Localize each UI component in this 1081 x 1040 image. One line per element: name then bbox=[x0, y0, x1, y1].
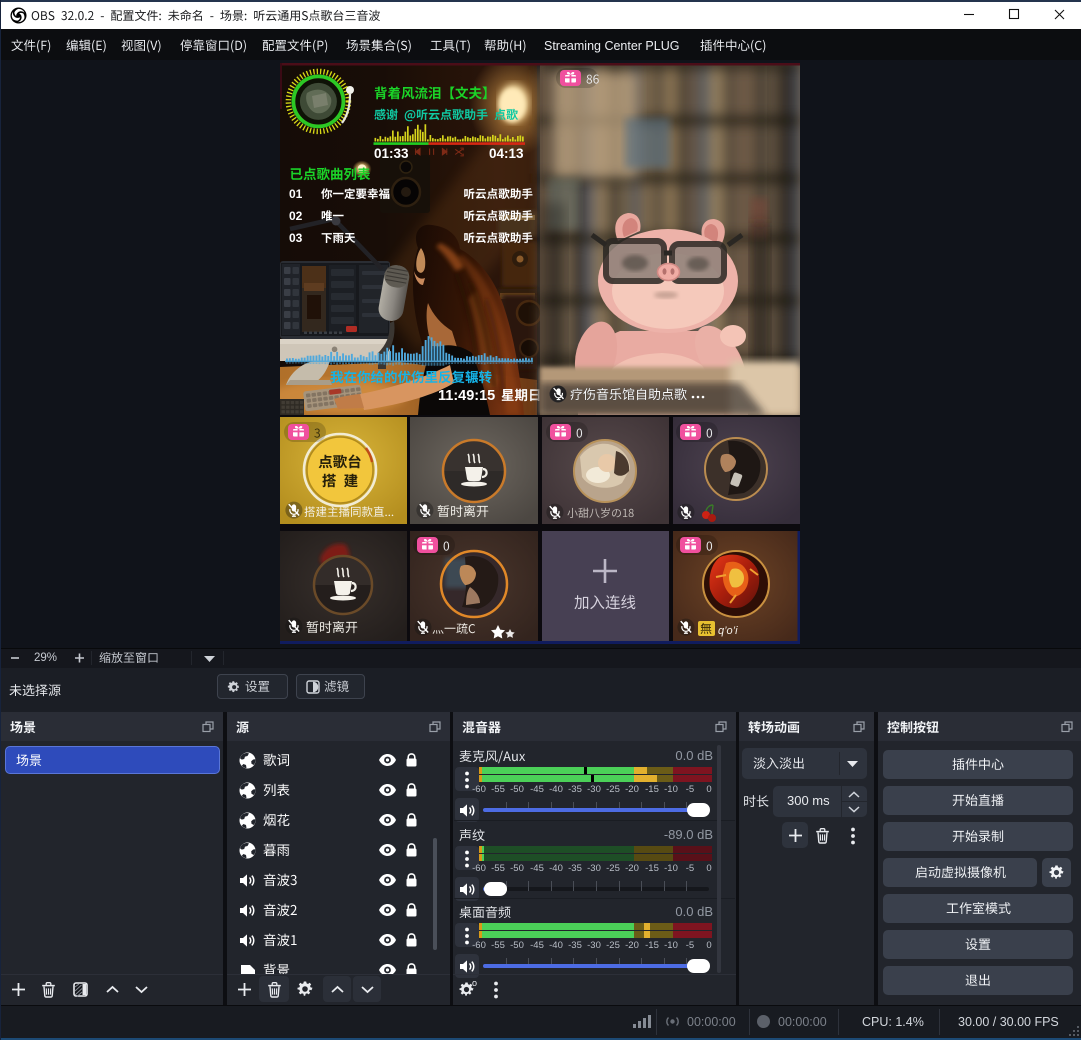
svg-text:02: 02 bbox=[289, 209, 303, 223]
svg-text:q’o’i: q’o’i bbox=[718, 625, 738, 637]
svg-text:01: 01 bbox=[289, 187, 303, 201]
svg-text:04:13: 04:13 bbox=[489, 146, 524, 161]
svg-text:11:49:15: 11:49:15 bbox=[438, 388, 495, 404]
svg-text:03: 03 bbox=[289, 231, 303, 245]
svg-text:01:33: 01:33 bbox=[374, 146, 409, 161]
